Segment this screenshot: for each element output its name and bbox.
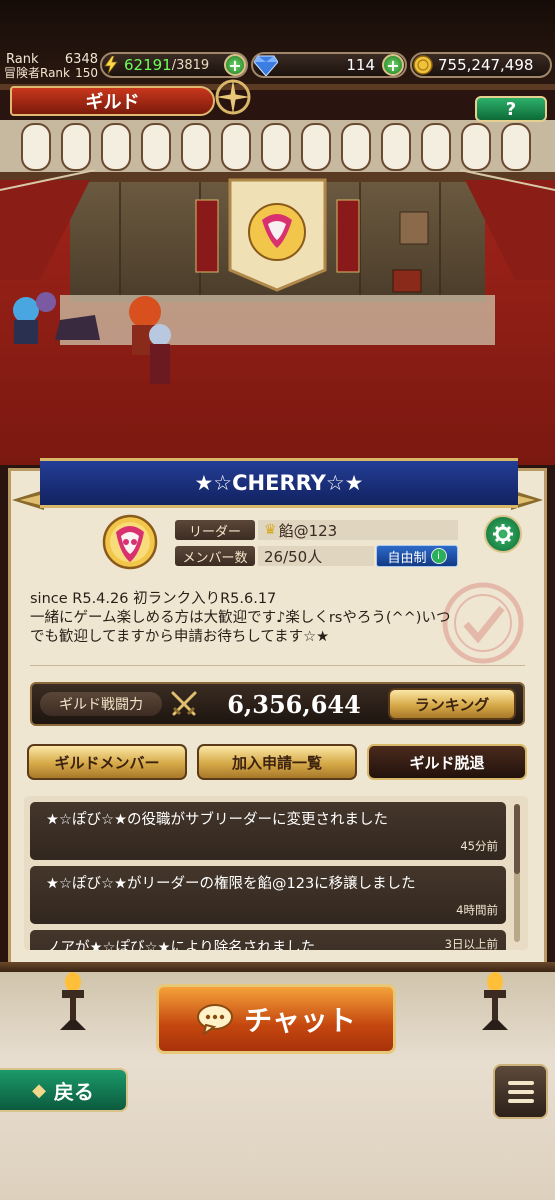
gem-add-button[interactable]: + [382, 54, 404, 76]
rank-label: Rank [6, 52, 39, 67]
join-requests-button[interactable]: 加入申請一覧 [197, 744, 357, 780]
crown-icon: ♛ [264, 522, 277, 538]
stamina-current: 62191 [124, 56, 172, 74]
chat-label: チャット [244, 1004, 356, 1037]
gold-count: 755,247,498 [438, 56, 534, 74]
description-line: でも歓迎してますから申請お待ちしてます☆★ [30, 629, 330, 645]
menu-line [507, 1098, 534, 1103]
torch-right-icon [478, 972, 512, 1032]
leader-name: 餡@123 [278, 521, 338, 540]
torch-left-icon [56, 972, 90, 1032]
log-time: 45分前 [460, 839, 498, 853]
help-button[interactable]: ? [475, 96, 547, 122]
guild-name-banner: ★☆CHERRY☆★ [40, 458, 518, 508]
chat-button[interactable]: チャット [156, 984, 396, 1054]
guild-description: since R5.4.26 初ランク入りR5.6.17 一緒にゲーム楽しめる方は… [30, 590, 530, 647]
status-bar: Rank 6348 冒険者Rank 150 62191/3819 + 114 +… [0, 0, 555, 84]
compass-ornament-icon [214, 78, 252, 116]
back-arrow-icon: ◆ [32, 1079, 46, 1101]
guild-hall-scene [0, 120, 555, 465]
bottom-rail [0, 962, 555, 972]
back-label: 戻る [53, 1079, 94, 1104]
adventurer-rank-label: 冒険者Rank [4, 66, 70, 80]
crossed-swords-icon [168, 688, 200, 720]
info-icon[interactable]: i [430, 548, 447, 564]
guild-power-label: ギルド戦闘力 [40, 692, 162, 716]
log-scrollbar[interactable] [514, 804, 520, 942]
ribbon-left-ornament [8, 482, 44, 518]
guild-emblem-icon [102, 514, 158, 570]
rank-value: 6348 [64, 52, 98, 67]
log-scroll-thumb[interactable] [514, 804, 520, 874]
lightning-icon [104, 55, 118, 75]
gem-count: 114 [346, 56, 375, 74]
stamina-max: /3819 [171, 57, 210, 73]
log-item: ノアが★☆ぽび☆★により除名されました 3日以上前 [30, 930, 506, 950]
guild-power-value: 6,356,644 [227, 689, 361, 719]
gear-icon [493, 524, 513, 544]
stamina-add-button[interactable]: + [224, 54, 246, 76]
page-title: ギルド [10, 86, 215, 116]
gold-coin-icon [413, 55, 433, 75]
guild-members-button[interactable]: ギルドメンバー [27, 744, 187, 780]
join-mode-badge: 自由制 i [376, 545, 458, 567]
log-time: 4時間前 [456, 903, 498, 917]
activity-log[interactable]: ★☆ぽび☆★の役職がサブリーダーに変更されました 45分前 ★☆ぽび☆★がリーダ… [24, 796, 528, 950]
log-item: ★☆ぽび☆★の役職がサブリーダーに変更されました 45分前 [30, 802, 506, 860]
menu-line [507, 1089, 534, 1094]
description-line: 一緒にゲーム楽しめる方は大歓迎です♪楽しくrsやろう(^^)いつ [30, 610, 451, 626]
leader-field: ♛ 餡@123 [258, 520, 458, 540]
members-label: メンバー数 [175, 546, 255, 566]
log-text: ★☆ぽび☆★がリーダーの権限を餡@123に移譲しました [46, 876, 416, 892]
divider [30, 665, 525, 666]
members-value: 26/50人 [258, 546, 374, 566]
log-time: 3日以上前 [444, 937, 498, 950]
guild-settings-button[interactable] [484, 515, 522, 553]
log-item: ★☆ぽび☆★がリーダーの権限を餡@123に移譲しました 4時間前 [30, 866, 506, 924]
menu-line [507, 1080, 534, 1085]
gem-icon [253, 54, 279, 77]
join-mode-label: 自由制 [387, 550, 427, 566]
speech-bubble-icon [196, 1003, 234, 1035]
log-text: ★☆ぽび☆★の役職がサブリーダーに変更されました [46, 812, 388, 828]
menu-button[interactable] [493, 1064, 548, 1119]
description-line: since R5.4.26 初ランク入りR5.6.17 [30, 591, 277, 607]
adventurer-rank-value: 150 [75, 66, 98, 80]
leader-label: リーダー [175, 520, 255, 540]
ranking-button[interactable]: ランキング [388, 688, 516, 720]
back-button[interactable]: ◆ 戻る [0, 1068, 128, 1112]
log-text: ノアが★☆ぽび☆★により除名されました [46, 940, 316, 950]
leave-guild-button[interactable]: ギルド脱退 [367, 744, 527, 780]
